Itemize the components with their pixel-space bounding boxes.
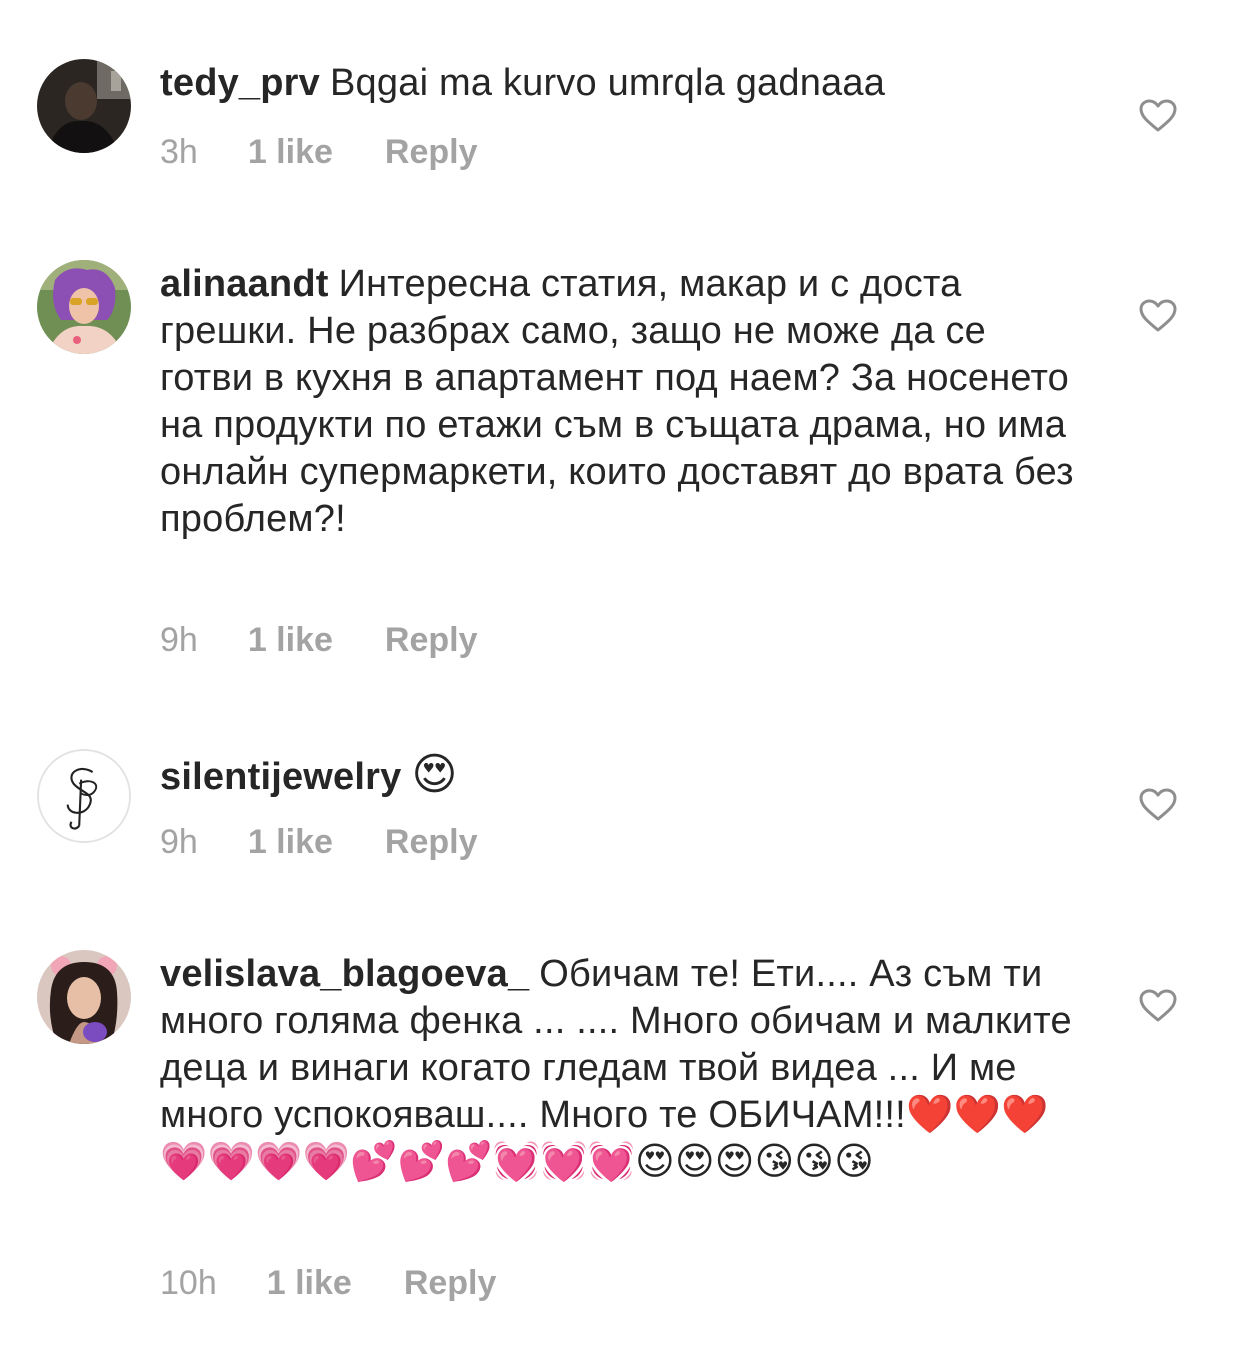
reply-button[interactable]: Reply bbox=[404, 1264, 497, 1303]
profile-photo-icon bbox=[37, 260, 131, 354]
like-heart-icon[interactable] bbox=[1139, 99, 1177, 133]
like-heart-icon[interactable] bbox=[1139, 788, 1177, 822]
comment-time: 9h bbox=[160, 823, 198, 861]
comment-meta: 9h 1 like Reply bbox=[160, 823, 478, 862]
comment-meta: 3h 1 like Reply bbox=[160, 133, 478, 172]
comment-content: silentijewelry 😍 bbox=[160, 751, 1080, 801]
like-heart-icon[interactable] bbox=[1139, 989, 1177, 1023]
comment-content: velislava_blagoeva_ Обичам те! Ети.... Аз… bbox=[160, 951, 1080, 1186]
comment-username[interactable]: velislava_blagoeva_ bbox=[160, 953, 529, 995]
reply-button[interactable]: Reply bbox=[385, 621, 478, 660]
avatar[interactable] bbox=[37, 59, 131, 153]
like-heart-icon[interactable] bbox=[1139, 299, 1177, 333]
comment-time: 3h bbox=[160, 133, 198, 171]
comment-time: 9h bbox=[160, 621, 198, 659]
comment-username[interactable]: silentijewelry bbox=[160, 756, 401, 798]
avatar[interactable] bbox=[37, 749, 131, 843]
comment-text: 😍 bbox=[411, 750, 458, 799]
comment-meta: 10h 1 like Reply bbox=[160, 1264, 496, 1303]
comment-username[interactable]: tedy_prv bbox=[160, 62, 320, 104]
comment-text: Bqgai ma kurvo umrqla gadnaaa bbox=[330, 62, 886, 104]
profile-photo-icon bbox=[37, 950, 131, 1044]
comment-likes[interactable]: 1 like bbox=[248, 621, 333, 660]
comment-content: alinaandt Интересна статия, макар и с дос… bbox=[160, 261, 1080, 543]
comment-meta: 9h 1 like Reply bbox=[160, 621, 478, 660]
comment-username[interactable]: alinaandt bbox=[160, 263, 329, 305]
reply-button[interactable]: Reply bbox=[385, 823, 478, 862]
profile-photo-icon bbox=[37, 59, 131, 153]
brand-logo-icon bbox=[39, 751, 129, 841]
avatar[interactable] bbox=[37, 950, 131, 1044]
comment-likes[interactable]: 1 like bbox=[248, 133, 333, 172]
reply-button[interactable]: Reply bbox=[385, 133, 478, 172]
avatar[interactable] bbox=[37, 260, 131, 354]
comment-likes[interactable]: 1 like bbox=[267, 1264, 352, 1303]
comment-likes[interactable]: 1 like bbox=[248, 823, 333, 862]
comment-time: 10h bbox=[160, 1264, 217, 1302]
comment-content: tedy_prv Bqgai ma kurvo umrqla gadnaaa bbox=[160, 60, 1080, 107]
